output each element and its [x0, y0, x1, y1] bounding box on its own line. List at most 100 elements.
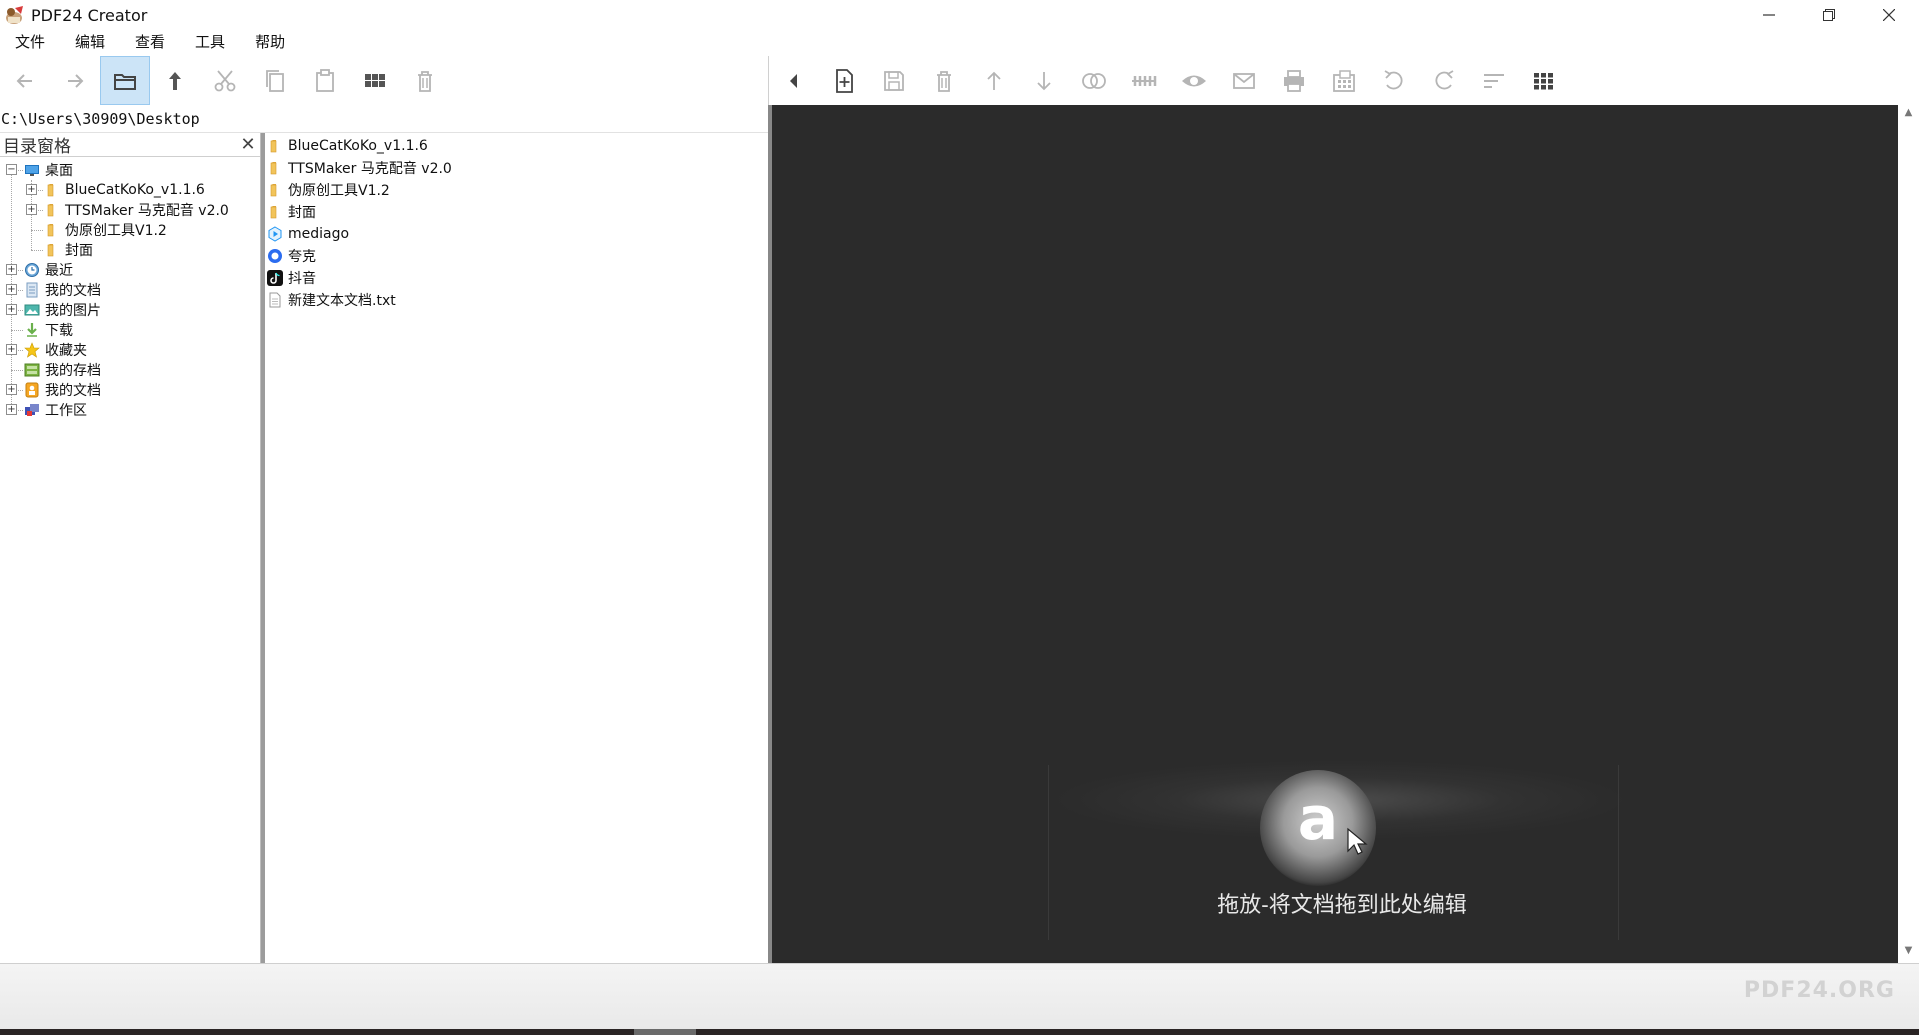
preview-button[interactable]	[1169, 56, 1219, 105]
split-button[interactable]	[1119, 56, 1169, 105]
add-file-button[interactable]	[819, 56, 869, 105]
expand-icon[interactable]: +	[6, 304, 17, 315]
folder-icon	[267, 138, 283, 154]
restore-button[interactable]	[1799, 0, 1859, 30]
menu-help[interactable]: 帮助	[240, 30, 300, 54]
menu-view[interactable]: 查看	[120, 30, 180, 54]
tree-item[interactable]: + BlueCatKoKo_v1.1.6	[0, 180, 255, 200]
taskbar-segment	[634, 1029, 696, 1035]
douyin-icon	[267, 270, 283, 286]
vertical-scrollbar[interactable]: ▲ ▼	[1898, 105, 1919, 963]
tree-item[interactable]: 封面	[0, 240, 255, 260]
cut-icon	[214, 69, 236, 91]
folder-button[interactable]	[100, 56, 150, 105]
menu-edit[interactable]: 编辑	[60, 30, 120, 54]
scroll-up-icon[interactable]: ▲	[1898, 107, 1919, 123]
file-name: 抖音	[288, 271, 316, 287]
folder-icon	[114, 73, 136, 90]
print-button[interactable]	[1269, 56, 1319, 105]
mydocs-icon	[24, 382, 40, 398]
thumbnail-grid-button[interactable]	[1519, 56, 1569, 105]
forward-arrow-icon	[68, 73, 84, 88]
file-list-item[interactable]: mediago	[265, 223, 768, 245]
up-folder-button[interactable]	[150, 56, 200, 105]
window-title: PDF24 Creator	[31, 5, 148, 25]
menu-file[interactable]: 文件	[0, 30, 60, 54]
file-list-item[interactable]: 伪原创工具V1.2	[265, 179, 768, 201]
rotate-left-button[interactable]	[1369, 56, 1419, 105]
text-file-icon	[267, 292, 283, 308]
forward-button[interactable]	[50, 56, 100, 105]
tree-item-label: 最近	[45, 263, 73, 279]
expand-icon[interactable]: +	[6, 404, 17, 415]
tree-item[interactable]: + 我的文档	[0, 380, 255, 400]
tree-item[interactable]: + TTSMaker 马克配音 v2.0	[0, 200, 255, 220]
expand-icon[interactable]: +	[6, 344, 17, 355]
tree-item[interactable]: − 桌面	[0, 160, 255, 180]
file-list-item[interactable]: 新建文本文档.txt	[265, 289, 768, 311]
scroll-down-icon[interactable]: ▼	[1898, 945, 1919, 961]
merge-button[interactable]	[1069, 56, 1119, 105]
expand-icon[interactable]: +	[6, 384, 17, 395]
file-name: mediago	[288, 226, 350, 242]
directory-pane-title: 目录窗格	[3, 137, 71, 157]
delete-file-button[interactable]	[400, 56, 450, 105]
current-path[interactable]: C:\Users\30909\Desktop	[0, 105, 768, 133]
expand-icon[interactable]: +	[6, 264, 17, 275]
tree-item[interactable]: + 最近	[0, 260, 255, 280]
sort-button[interactable]	[1469, 56, 1519, 105]
save-button[interactable]	[869, 56, 919, 105]
file-list-item[interactable]: 夸克	[265, 245, 768, 267]
rotate-right-button[interactable]	[1419, 56, 1469, 105]
up-arrow-icon	[169, 71, 181, 90]
tree-item-label: 我的文档	[45, 283, 101, 299]
move-up-button[interactable]	[969, 56, 1019, 105]
new-file-icon	[836, 68, 853, 93]
recent-icon	[24, 262, 40, 278]
folder-icon	[267, 182, 283, 198]
paste-button[interactable]	[300, 56, 350, 105]
tree-item[interactable]: + 收藏夹	[0, 340, 255, 360]
grid-view-button[interactable]	[350, 56, 400, 105]
file-list-item[interactable]: 封面	[265, 201, 768, 223]
fax-button[interactable]	[1319, 56, 1369, 105]
expand-icon[interactable]: +	[26, 184, 37, 195]
cut-button[interactable]	[200, 56, 250, 105]
tree-item[interactable]: 我的存档	[0, 360, 255, 380]
pdf24-app-icon	[3, 4, 25, 26]
tree-item[interactable]: + 工作区	[0, 400, 255, 420]
grid-view-icon	[365, 73, 385, 87]
move-down-icon	[1037, 71, 1051, 90]
file-name: 封面	[288, 205, 316, 221]
tree-connector	[11, 370, 23, 371]
email-button[interactable]	[1219, 56, 1269, 105]
split-icon	[1132, 75, 1157, 86]
merge-icon	[1082, 72, 1106, 89]
collapse-icon[interactable]: −	[6, 164, 17, 175]
back-button[interactable]	[0, 56, 50, 105]
tree-item[interactable]: + 我的文档	[0, 280, 255, 300]
documents-icon	[24, 282, 40, 298]
trash-icon	[937, 70, 951, 92]
file-list-item[interactable]: BlueCatKoKo_v1.1.6	[265, 135, 768, 157]
close-icon[interactable]: ✕	[238, 134, 258, 155]
menu-tools[interactable]: 工具	[180, 30, 240, 54]
delete-page-button[interactable]	[919, 56, 969, 105]
tree-item[interactable]: 下载	[0, 320, 255, 340]
expand-icon[interactable]: +	[26, 204, 37, 215]
tree-item[interactable]: + 我的图片	[0, 300, 255, 320]
close-button[interactable]	[1859, 0, 1919, 30]
tree-item[interactable]: 伪原创工具V1.2	[0, 220, 255, 240]
copy-button[interactable]	[250, 56, 300, 105]
expand-icon[interactable]: +	[6, 284, 17, 295]
tree-connector	[11, 330, 23, 331]
minimize-button[interactable]	[1739, 0, 1799, 30]
rotate-right-icon	[1435, 69, 1454, 89]
collapse-left-button[interactable]	[769, 56, 819, 105]
document-drop-area[interactable]: a 拖放-将文档拖到此处编辑	[772, 105, 1898, 963]
move-down-button[interactable]	[1019, 56, 1069, 105]
file-list-item[interactable]: TTSMaker 马克配音 v2.0	[265, 157, 768, 179]
file-list-item[interactable]: 抖音	[265, 267, 768, 289]
thumbnail-grid-icon	[1534, 72, 1553, 89]
menu-bar: 文件 编辑 查看 工具 帮助	[0, 30, 1919, 54]
